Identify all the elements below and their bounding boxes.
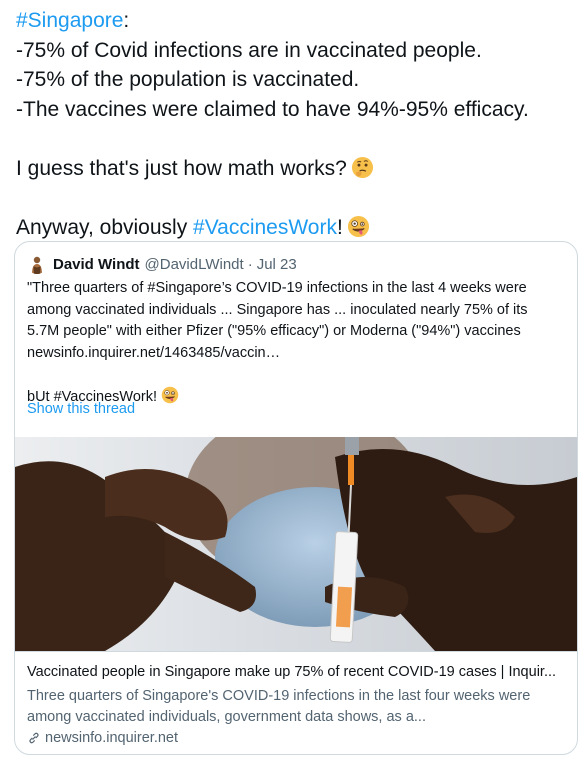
- quoted-tweet-header: David Windt @DavidLWindt · Jul 23: [27, 254, 297, 274]
- link-domain: newsinfo.inquirer.net: [27, 730, 178, 746]
- article-image[interactable]: [15, 437, 577, 651]
- tweet-line: -75% of the population is vaccinated.: [16, 68, 360, 91]
- tweet-text: #Singapore: -75% of Covid infections are…: [16, 6, 582, 242]
- thinking-face-emoji: [351, 156, 373, 178]
- avatar[interactable]: [27, 254, 47, 274]
- tweet-line: -75% of Covid infections are in vaccinat…: [16, 38, 482, 62]
- link-title: Vaccinated people in Singapore make up 7…: [27, 664, 557, 680]
- quote-line: 5.7M people" with either Pfizer ("95% ef…: [27, 323, 521, 339]
- quoted-tweet-card[interactable]: David Windt @DavidLWindt · Jul 23 "Three…: [14, 241, 578, 755]
- tweet-line: #Singapore:: [16, 9, 130, 32]
- quote-line: among vaccinated individuals ... Singapo…: [27, 301, 528, 318]
- zany-face-emoji: [347, 215, 369, 237]
- tweet-line: Anyway, obviously #VaccinesWork!: [16, 213, 582, 243]
- separator-dot: ·: [247, 255, 253, 273]
- quote-line: "Three quarters of #Singapore’s COVID-19…: [27, 280, 527, 296]
- hashtag-vaccineswork[interactable]: #VaccinesWork: [193, 216, 337, 239]
- hashtag-singapore[interactable]: #Singapore: [16, 9, 123, 32]
- tweet-line: -The vaccines were claimed to have 94%-9…: [16, 97, 529, 121]
- tweet-line: I guess that's just how math works?: [16, 154, 582, 184]
- link-description: Three quarters of Singapore's COVID-19 i…: [27, 688, 531, 725]
- author-handle[interactable]: @DavidLWindt: [145, 256, 244, 273]
- link-icon: [29, 732, 39, 744]
- quote-link-line[interactable]: newsinfo.inquirer.net/1463485/vaccin…: [27, 343, 567, 365]
- link-preview[interactable]: Vaccinated people in Singapore make up 7…: [15, 651, 577, 754]
- show-thread-link[interactable]: Show this thread: [27, 401, 135, 417]
- quoted-tweet-text: "Three quarters of #Singapore’s COVID-19…: [27, 278, 567, 407]
- tweet-date[interactable]: Jul 23: [257, 256, 297, 273]
- zany-face-emoji: [161, 386, 179, 403]
- author-name[interactable]: David Windt: [53, 256, 140, 273]
